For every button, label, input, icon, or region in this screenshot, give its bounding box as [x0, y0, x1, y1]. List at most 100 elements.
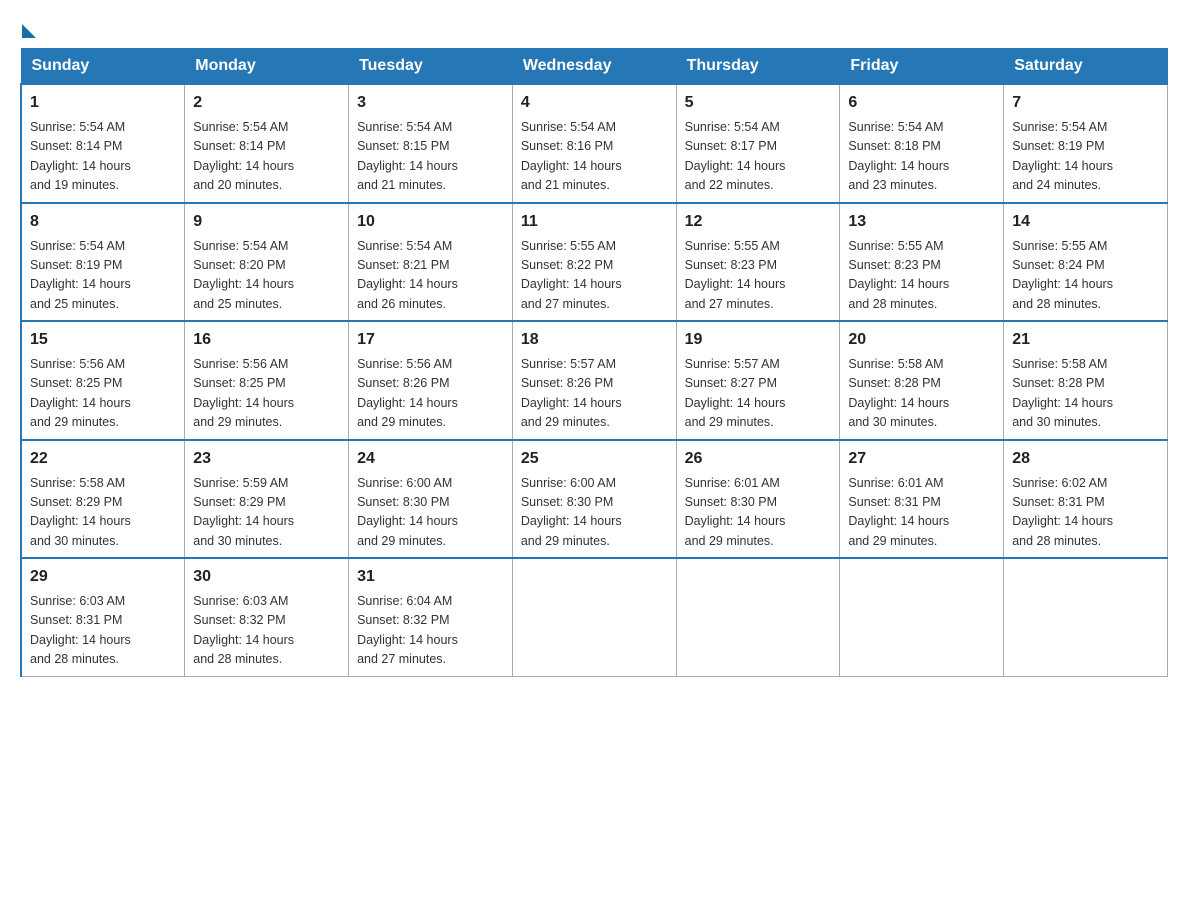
day-number: 11 — [521, 210, 668, 234]
day-info: Sunrise: 6:01 AM Sunset: 8:30 PM Dayligh… — [685, 474, 832, 552]
day-info: Sunrise: 5:58 AM Sunset: 8:29 PM Dayligh… — [30, 474, 176, 552]
day-info: Sunrise: 5:54 AM Sunset: 8:14 PM Dayligh… — [193, 118, 340, 196]
day-number: 9 — [193, 210, 340, 234]
day-number: 30 — [193, 565, 340, 589]
day-info: Sunrise: 5:54 AM Sunset: 8:21 PM Dayligh… — [357, 237, 504, 315]
logo-arrow-icon — [22, 24, 36, 38]
calendar-cell: 22 Sunrise: 5:58 AM Sunset: 8:29 PM Dayl… — [21, 440, 185, 559]
day-info: Sunrise: 5:55 AM Sunset: 8:22 PM Dayligh… — [521, 237, 668, 315]
day-info: Sunrise: 6:04 AM Sunset: 8:32 PM Dayligh… — [357, 592, 504, 670]
calendar-cell: 4 Sunrise: 5:54 AM Sunset: 8:16 PM Dayli… — [512, 84, 676, 203]
calendar-cell: 31 Sunrise: 6:04 AM Sunset: 8:32 PM Dayl… — [349, 558, 513, 676]
day-number: 2 — [193, 91, 340, 115]
calendar-cell: 1 Sunrise: 5:54 AM Sunset: 8:14 PM Dayli… — [21, 84, 185, 203]
day-info: Sunrise: 6:03 AM Sunset: 8:31 PM Dayligh… — [30, 592, 176, 670]
calendar-cell: 16 Sunrise: 5:56 AM Sunset: 8:25 PM Dayl… — [185, 321, 349, 440]
day-number: 19 — [685, 328, 832, 352]
calendar-cell: 8 Sunrise: 5:54 AM Sunset: 8:19 PM Dayli… — [21, 203, 185, 322]
day-number: 7 — [1012, 91, 1159, 115]
calendar-week-row: 1 Sunrise: 5:54 AM Sunset: 8:14 PM Dayli… — [21, 84, 1168, 203]
day-number: 10 — [357, 210, 504, 234]
calendar-cell: 21 Sunrise: 5:58 AM Sunset: 8:28 PM Dayl… — [1004, 321, 1168, 440]
weekday-header-monday: Monday — [185, 49, 349, 85]
day-number: 15 — [30, 328, 176, 352]
calendar-cell: 10 Sunrise: 5:54 AM Sunset: 8:21 PM Dayl… — [349, 203, 513, 322]
calendar-cell: 26 Sunrise: 6:01 AM Sunset: 8:30 PM Dayl… — [676, 440, 840, 559]
day-info: Sunrise: 5:56 AM Sunset: 8:25 PM Dayligh… — [30, 355, 176, 433]
calendar-cell: 27 Sunrise: 6:01 AM Sunset: 8:31 PM Dayl… — [840, 440, 1004, 559]
day-info: Sunrise: 5:57 AM Sunset: 8:26 PM Dayligh… — [521, 355, 668, 433]
calendar-week-row: 29 Sunrise: 6:03 AM Sunset: 8:31 PM Dayl… — [21, 558, 1168, 676]
day-info: Sunrise: 5:54 AM Sunset: 8:20 PM Dayligh… — [193, 237, 340, 315]
day-number: 8 — [30, 210, 176, 234]
day-number: 18 — [521, 328, 668, 352]
day-number: 1 — [30, 91, 176, 115]
calendar-week-row: 8 Sunrise: 5:54 AM Sunset: 8:19 PM Dayli… — [21, 203, 1168, 322]
day-info: Sunrise: 6:00 AM Sunset: 8:30 PM Dayligh… — [521, 474, 668, 552]
day-number: 31 — [357, 565, 504, 589]
day-info: Sunrise: 5:55 AM Sunset: 8:23 PM Dayligh… — [685, 237, 832, 315]
day-info: Sunrise: 5:54 AM Sunset: 8:17 PM Dayligh… — [685, 118, 832, 196]
day-info: Sunrise: 5:55 AM Sunset: 8:24 PM Dayligh… — [1012, 237, 1159, 315]
day-number: 13 — [848, 210, 995, 234]
calendar-cell: 7 Sunrise: 5:54 AM Sunset: 8:19 PM Dayli… — [1004, 84, 1168, 203]
weekday-header-row: SundayMondayTuesdayWednesdayThursdayFrid… — [21, 49, 1168, 85]
calendar-cell: 20 Sunrise: 5:58 AM Sunset: 8:28 PM Dayl… — [840, 321, 1004, 440]
day-number: 25 — [521, 447, 668, 471]
calendar-week-row: 22 Sunrise: 5:58 AM Sunset: 8:29 PM Dayl… — [21, 440, 1168, 559]
day-number: 12 — [685, 210, 832, 234]
day-number: 3 — [357, 91, 504, 115]
day-number: 5 — [685, 91, 832, 115]
calendar-cell: 23 Sunrise: 5:59 AM Sunset: 8:29 PM Dayl… — [185, 440, 349, 559]
weekday-header-sunday: Sunday — [21, 49, 185, 85]
calendar-cell: 13 Sunrise: 5:55 AM Sunset: 8:23 PM Dayl… — [840, 203, 1004, 322]
calendar-cell: 3 Sunrise: 5:54 AM Sunset: 8:15 PM Dayli… — [349, 84, 513, 203]
page-header — [20, 20, 1168, 38]
calendar-cell: 11 Sunrise: 5:55 AM Sunset: 8:22 PM Dayl… — [512, 203, 676, 322]
day-number: 22 — [30, 447, 176, 471]
calendar-cell: 19 Sunrise: 5:57 AM Sunset: 8:27 PM Dayl… — [676, 321, 840, 440]
weekday-header-friday: Friday — [840, 49, 1004, 85]
day-number: 26 — [685, 447, 832, 471]
day-number: 14 — [1012, 210, 1159, 234]
day-number: 17 — [357, 328, 504, 352]
calendar-cell: 29 Sunrise: 6:03 AM Sunset: 8:31 PM Dayl… — [21, 558, 185, 676]
calendar-cell: 9 Sunrise: 5:54 AM Sunset: 8:20 PM Dayli… — [185, 203, 349, 322]
day-info: Sunrise: 5:58 AM Sunset: 8:28 PM Dayligh… — [1012, 355, 1159, 433]
day-number: 21 — [1012, 328, 1159, 352]
calendar-cell: 25 Sunrise: 6:00 AM Sunset: 8:30 PM Dayl… — [512, 440, 676, 559]
day-info: Sunrise: 5:57 AM Sunset: 8:27 PM Dayligh… — [685, 355, 832, 433]
day-info: Sunrise: 5:54 AM Sunset: 8:18 PM Dayligh… — [848, 118, 995, 196]
day-info: Sunrise: 5:55 AM Sunset: 8:23 PM Dayligh… — [848, 237, 995, 315]
calendar-cell: 15 Sunrise: 5:56 AM Sunset: 8:25 PM Dayl… — [21, 321, 185, 440]
calendar-week-row: 15 Sunrise: 5:56 AM Sunset: 8:25 PM Dayl… — [21, 321, 1168, 440]
day-info: Sunrise: 5:54 AM Sunset: 8:15 PM Dayligh… — [357, 118, 504, 196]
day-number: 4 — [521, 91, 668, 115]
calendar-cell — [512, 558, 676, 676]
day-info: Sunrise: 5:56 AM Sunset: 8:25 PM Dayligh… — [193, 355, 340, 433]
day-number: 29 — [30, 565, 176, 589]
day-info: Sunrise: 6:02 AM Sunset: 8:31 PM Dayligh… — [1012, 474, 1159, 552]
calendar-cell: 12 Sunrise: 5:55 AM Sunset: 8:23 PM Dayl… — [676, 203, 840, 322]
day-number: 16 — [193, 328, 340, 352]
calendar-cell: 28 Sunrise: 6:02 AM Sunset: 8:31 PM Dayl… — [1004, 440, 1168, 559]
calendar-cell — [676, 558, 840, 676]
day-info: Sunrise: 5:54 AM Sunset: 8:14 PM Dayligh… — [30, 118, 176, 196]
day-info: Sunrise: 5:56 AM Sunset: 8:26 PM Dayligh… — [357, 355, 504, 433]
day-number: 24 — [357, 447, 504, 471]
day-info: Sunrise: 6:03 AM Sunset: 8:32 PM Dayligh… — [193, 592, 340, 670]
day-info: Sunrise: 5:54 AM Sunset: 8:19 PM Dayligh… — [30, 237, 176, 315]
calendar-cell — [1004, 558, 1168, 676]
logo — [20, 20, 36, 38]
calendar-cell: 14 Sunrise: 5:55 AM Sunset: 8:24 PM Dayl… — [1004, 203, 1168, 322]
calendar-cell: 30 Sunrise: 6:03 AM Sunset: 8:32 PM Dayl… — [185, 558, 349, 676]
day-info: Sunrise: 6:00 AM Sunset: 8:30 PM Dayligh… — [357, 474, 504, 552]
day-number: 20 — [848, 328, 995, 352]
day-number: 27 — [848, 447, 995, 471]
calendar-cell: 24 Sunrise: 6:00 AM Sunset: 8:30 PM Dayl… — [349, 440, 513, 559]
calendar-cell: 18 Sunrise: 5:57 AM Sunset: 8:26 PM Dayl… — [512, 321, 676, 440]
day-info: Sunrise: 6:01 AM Sunset: 8:31 PM Dayligh… — [848, 474, 995, 552]
weekday-header-saturday: Saturday — [1004, 49, 1168, 85]
calendar-cell: 17 Sunrise: 5:56 AM Sunset: 8:26 PM Dayl… — [349, 321, 513, 440]
day-number: 28 — [1012, 447, 1159, 471]
